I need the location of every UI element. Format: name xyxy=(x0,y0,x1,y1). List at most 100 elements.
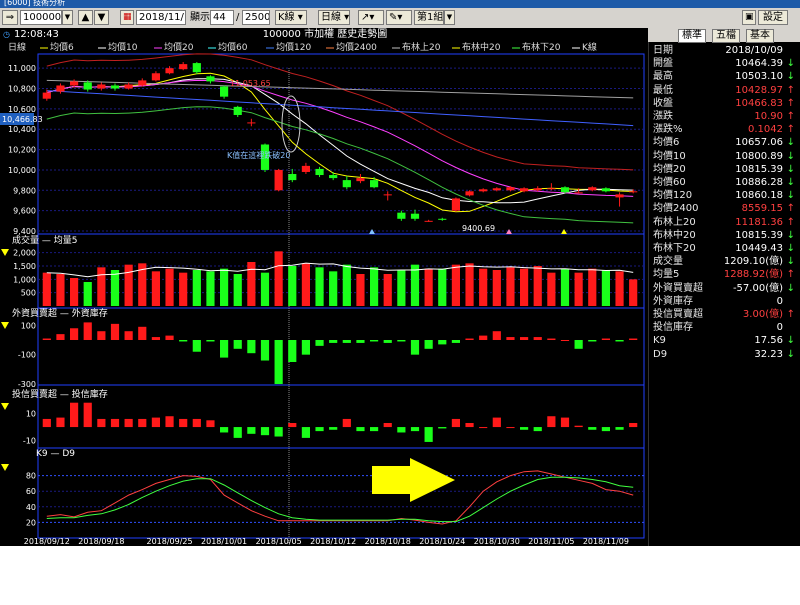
info-row-16: 成交量 1209.10(億) ↓ xyxy=(653,255,797,268)
trust-bars xyxy=(42,402,638,442)
up-arrow-icon: ↑ xyxy=(786,97,795,109)
trust-legend: 投信買賣超 — 投信庫存 xyxy=(12,388,108,400)
foreign-tick-2: -300 xyxy=(18,380,36,389)
kd-collapse-icon[interactable] xyxy=(1,464,9,471)
k9-line xyxy=(46,470,634,525)
candle-body-40 xyxy=(588,187,597,191)
volume-bar-0 xyxy=(42,272,51,306)
candle-body-19 xyxy=(301,165,310,172)
period-dropdown[interactable]: 日線 ▾ xyxy=(318,10,350,25)
display-total-input[interactable]: 2500 xyxy=(242,10,270,25)
info-label-22: K9 xyxy=(653,335,666,347)
blank-area xyxy=(0,546,800,605)
candle-body-29 xyxy=(438,218,447,220)
volume-bar-22 xyxy=(342,264,351,306)
foreign-bar-20 xyxy=(315,340,324,346)
candle-body-37 xyxy=(547,188,556,190)
draw-tool-icon[interactable]: ↗▾ xyxy=(358,10,384,25)
chart-area[interactable]: 12:08:43 ◷ 100000 市加權 歷史走勢圖 日線 均價6 均價10 均價… xyxy=(0,27,648,546)
candle-body-23 xyxy=(356,178,365,182)
info-value-2: 10503.10 xyxy=(735,71,783,83)
kline-dropdown[interactable]: K線 ▾ xyxy=(275,10,307,25)
foreign-bar-28 xyxy=(424,340,433,349)
foreign-bar-24 xyxy=(370,340,379,342)
tab-standard[interactable]: 標準 xyxy=(678,29,706,43)
date-input[interactable]: 2018/11/ xyxy=(136,10,186,25)
info-label-8: 均價10 xyxy=(653,150,686,162)
trust-bar-0 xyxy=(42,418,51,428)
candle-body-35 xyxy=(520,188,529,192)
volume-bars xyxy=(42,251,638,306)
candle-body-42 xyxy=(615,194,624,198)
back-arrow-icon[interactable]: ⇒ xyxy=(2,10,18,25)
down-arrow-icon: ↓ xyxy=(786,282,795,294)
volume-bar-18 xyxy=(288,266,297,306)
trust-bar-6 xyxy=(124,418,133,428)
volume-tick-3: 500 xyxy=(21,289,36,298)
foreign-bar-14 xyxy=(233,340,242,349)
volume-bar-21 xyxy=(329,271,338,306)
trust-bar-29 xyxy=(438,427,447,429)
kd-tick-3: 20 xyxy=(26,518,36,527)
foreign-collapse-icon[interactable] xyxy=(1,322,9,329)
foreign-bar-9 xyxy=(165,335,174,340)
up-arrow-icon[interactable]: ▲ xyxy=(78,10,93,25)
pen-tool-icon[interactable]: ✎▾ xyxy=(386,10,412,25)
volume-bar-29 xyxy=(438,268,447,306)
trust-tick-0: 10 xyxy=(26,410,36,419)
trust-bar-15 xyxy=(247,427,256,434)
display-label: 顯示 xyxy=(190,12,210,23)
trust-bar-22 xyxy=(342,418,351,428)
volume-tick-2: 1,000 xyxy=(13,275,36,284)
volume-axis: 2,000 1,500 1,000 500 xyxy=(13,249,36,298)
trust-bar-37 xyxy=(547,416,556,428)
info-row-10: 均價60 10886.28 ↓ xyxy=(653,176,797,189)
symbol-input[interactable]: 100000 xyxy=(20,10,62,25)
page-dropdown[interactable]: 第1組 xyxy=(414,10,444,25)
kd-tick-1: 60 xyxy=(26,487,36,496)
tab-five-levels[interactable]: 五檔 xyxy=(712,29,740,43)
price-tick-7: 9,600 xyxy=(13,207,36,216)
foreign-tick-0: 100 xyxy=(21,321,36,330)
trust-bar-14 xyxy=(233,427,242,438)
info-row-20: 投信買賣超 3.00(億) ↑ xyxy=(653,308,797,321)
trust-bar-10 xyxy=(179,418,188,428)
candle-body-36 xyxy=(533,188,542,191)
kd-tick-0: 80 xyxy=(26,472,36,481)
foreign-bar-33 xyxy=(492,331,501,340)
lock-icon[interactable]: ▣ xyxy=(742,10,756,25)
up-arrow-icon: ↑ xyxy=(786,309,795,320)
d9-line xyxy=(46,476,634,523)
high-price-label: 11,053.65 xyxy=(230,79,271,88)
trust-bar-26 xyxy=(397,427,406,433)
settings-button[interactable]: 設定 xyxy=(758,10,788,25)
trust-collapse-icon[interactable] xyxy=(1,403,9,410)
volume-bar-41 xyxy=(601,270,610,306)
info-value-9: 10815.39 xyxy=(735,163,783,175)
date-tick-10: 2018/11/09 xyxy=(583,537,629,546)
legend-item-2: 均價20 xyxy=(164,41,194,53)
display-count-input[interactable]: 44 xyxy=(210,10,234,25)
page-dropdown-icon[interactable]: ▼ xyxy=(444,10,455,25)
info-label-19: 外資庫存 xyxy=(653,295,693,307)
foreign-tick-1: -100 xyxy=(18,351,36,360)
trust-bar-4 xyxy=(97,418,106,428)
candle-body-9 xyxy=(165,68,174,74)
volume-bar-10 xyxy=(179,272,188,306)
calendar-icon[interactable]: ▦ xyxy=(120,10,134,25)
down-arrow-icon: ↓ xyxy=(786,150,795,162)
tab-basic[interactable]: 基本 xyxy=(746,29,774,43)
date-tick-4: 2018/10/05 xyxy=(256,537,302,546)
volume-bar-31 xyxy=(465,263,474,306)
trust-bar-18 xyxy=(288,423,297,428)
legend-item-0: 均價6 xyxy=(50,41,74,53)
trust-bar-23 xyxy=(356,427,365,432)
volume-bar-12 xyxy=(206,271,215,306)
window-title: [6000] 技術分析 xyxy=(4,0,66,7)
down-arrow-icon[interactable]: ▼ xyxy=(94,10,109,25)
trust-bar-30 xyxy=(451,418,460,428)
volume-tick-0: 2,000 xyxy=(13,249,36,258)
volume-bar-23 xyxy=(356,274,365,306)
symbol-dropdown-icon[interactable]: ▼ xyxy=(62,10,73,25)
volume-collapse-icon[interactable] xyxy=(1,249,9,256)
